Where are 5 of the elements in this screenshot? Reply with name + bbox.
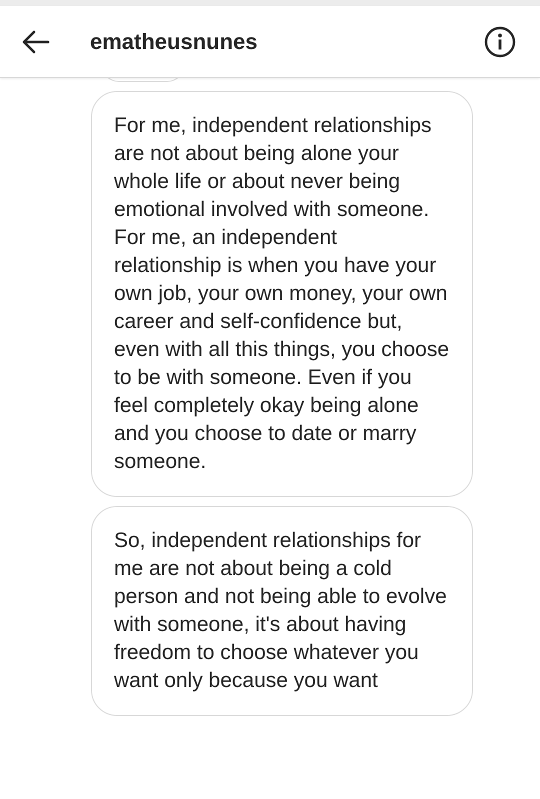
info-icon[interactable]: [484, 26, 516, 58]
chat-title: ematheusnunes: [90, 28, 258, 56]
back-icon[interactable]: [22, 30, 50, 54]
message-text: So, independent relationships for me are not about being a cold person and not being able to evolve with someone, it's about having freedom to choose whatever you want only because you want: [114, 528, 448, 694]
message-text: For me, independent relationships are not about being alone your whole life or about never being emotional involved with someone. For me, an independent relationship is when you have your own job, your own money, your own career and self-confidence but, even with all this things, you choose to be with someone. Even if you feel completely okay being alone and you choose to date or marry someone.: [114, 113, 450, 475]
